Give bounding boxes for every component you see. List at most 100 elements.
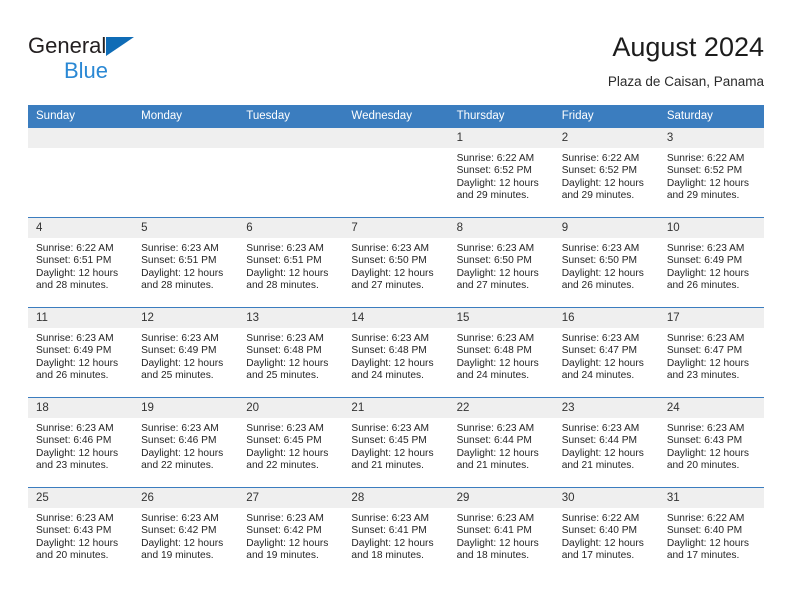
sunset-text: Sunset: 6:45 PM (246, 435, 322, 447)
sunrise-text: Sunrise: 6:22 AM (666, 153, 745, 164)
calendar-day-cell[interactable]: 5 Sunrise: 6:23 AM Sunset: 6:51 PM Daylight… (133, 217, 239, 308)
day-number: 31 (658, 488, 764, 508)
weekday-header-sunday: Sunday (28, 105, 134, 128)
calendar-header-row: Sunday Monday Tuesday Wednesday Thursday… (28, 105, 764, 128)
logo-triangle-icon (106, 37, 134, 56)
sunrise-text: Sunrise: 6:23 AM (561, 333, 640, 344)
daylight-text-line2: and 27 minutes. (456, 280, 530, 292)
calendar-day-cell[interactable]: 29 Sunrise: 6:23 AM Sunset: 6:41 PM Dayligh… (448, 487, 554, 578)
sunset-text: Sunset: 6:40 PM (561, 525, 638, 537)
day-details: Sunrise: 6:23 AM Sunset: 6:50 PM Daylight:… (343, 238, 448, 293)
sunset-text: Sunset: 6:52 PM (456, 165, 532, 177)
calendar-day-cell[interactable]: 16 Sunrise: 6:23 AM Sunset: 6:47 PM Dayligh… (553, 307, 659, 398)
daylight-text-line2: and 19 minutes. (141, 550, 214, 562)
calendar-day-cell[interactable]: 12 Sunrise: 6:23 AM Sunset: 6:49 PM Dayligh… (133, 307, 239, 398)
daylight-text-line1: Daylight: 12 hours (141, 447, 224, 459)
daylight-text-line1: Daylight: 12 hours (351, 447, 434, 459)
day-number: 12 (133, 308, 239, 328)
sunset-text: Sunset: 6:46 PM (36, 435, 112, 447)
calendar-day-cell[interactable]: 23 Sunrise: 6:23 AM Sunset: 6:44 PM Dayligh… (553, 397, 659, 488)
daylight-text-line2: and 20 minutes. (666, 460, 740, 472)
general-blue-logo[interactable]: General Blue (28, 30, 168, 86)
day-number: 30 (553, 488, 659, 508)
day-number: 22 (448, 398, 554, 418)
calendar-day-cell[interactable]: 31 Sunrise: 6:22 AM Sunset: 6:40 PM Dayligh… (658, 487, 764, 578)
day-details: Sunrise: 6:23 AM Sunset: 6:48 PM Daylight:… (238, 328, 343, 383)
day-number: 17 (658, 308, 764, 328)
daylight-text-line2: and 25 minutes. (141, 370, 214, 382)
day-details: Sunrise: 6:23 AM Sunset: 6:45 PM Daylight:… (343, 418, 448, 473)
calendar-day-cell[interactable]: 26 Sunrise: 6:23 AM Sunset: 6:42 PM Dayligh… (133, 487, 239, 578)
calendar-day-cell[interactable]: 18 Sunrise: 6:23 AM Sunset: 6:46 PM Dayligh… (28, 397, 134, 488)
calendar-week-row: 4 Sunrise: 6:22 AM Sunset: 6:51 PM Daylight… (28, 217, 764, 308)
day-details: Sunrise: 6:23 AM Sunset: 6:46 PM Daylight:… (28, 418, 133, 473)
daylight-text-line1: Daylight: 12 hours (456, 537, 539, 549)
daylight-text-line2: and 21 minutes. (561, 460, 635, 472)
calendar-day-cell[interactable]: 10 Sunrise: 6:23 AM Sunset: 6:49 PM Dayligh… (658, 217, 764, 308)
day-number (28, 128, 134, 148)
sunset-text: Sunset: 6:41 PM (351, 525, 427, 537)
day-number: 2 (553, 128, 659, 148)
daylight-text-line2: and 23 minutes. (666, 370, 740, 382)
calendar-day-cell[interactable]: 15 Sunrise: 6:23 AM Sunset: 6:48 PM Dayligh… (448, 307, 554, 398)
sunrise-text: Sunrise: 6:23 AM (36, 423, 114, 434)
daylight-text-line2: and 29 minutes. (561, 190, 635, 202)
sunrise-text: Sunrise: 6:23 AM (561, 423, 640, 434)
day-details: Sunrise: 6:23 AM Sunset: 6:43 PM Daylight:… (659, 418, 764, 473)
day-details: Sunrise: 6:23 AM Sunset: 6:49 PM Daylight:… (28, 328, 133, 383)
day-number: 26 (133, 488, 239, 508)
daylight-text-line2: and 19 minutes. (246, 550, 319, 562)
calendar-day-cell[interactable]: 1 Sunrise: 6:22 AM Sunset: 6:52 PM Daylight… (448, 127, 554, 218)
day-details: Sunrise: 6:23 AM Sunset: 6:42 PM Daylight:… (133, 508, 238, 563)
calendar-day-cell[interactable]: 13 Sunrise: 6:23 AM Sunset: 6:48 PM Dayligh… (238, 307, 344, 398)
sunrise-text: Sunrise: 6:23 AM (456, 243, 535, 254)
daylight-text-line2: and 20 minutes. (36, 550, 109, 562)
calendar-day-cell[interactable]: 17 Sunrise: 6:23 AM Sunset: 6:47 PM Dayligh… (658, 307, 764, 398)
sunset-text: Sunset: 6:42 PM (246, 525, 322, 537)
calendar-day-cell[interactable]: 28 Sunrise: 6:23 AM Sunset: 6:41 PM Dayligh… (343, 487, 449, 578)
daylight-text-line1: Daylight: 12 hours (246, 357, 329, 369)
daylight-text-line2: and 29 minutes. (666, 190, 740, 202)
daylight-text-line1: Daylight: 12 hours (141, 537, 224, 549)
calendar-day-cell[interactable]: 4 Sunrise: 6:22 AM Sunset: 6:51 PM Daylight… (28, 217, 134, 308)
calendar-day-cell[interactable]: 27 Sunrise: 6:23 AM Sunset: 6:42 PM Dayligh… (238, 487, 344, 578)
calendar-week-row: 1 Sunrise: 6:22 AM Sunset: 6:52 PM Daylight… (28, 127, 764, 218)
calendar-day-cell[interactable]: 6 Sunrise: 6:23 AM Sunset: 6:51 PM Daylight… (238, 217, 344, 308)
page-subtitle: Plaza de Caisan, Panama (607, 74, 764, 89)
daylight-text-line2: and 21 minutes. (351, 460, 424, 472)
sunrise-text: Sunrise: 6:23 AM (36, 513, 114, 524)
sunrise-text: Sunrise: 6:23 AM (351, 243, 430, 254)
day-number: 24 (658, 398, 764, 418)
calendar-day-cell[interactable]: 14 Sunrise: 6:23 AM Sunset: 6:48 PM Dayligh… (343, 307, 449, 398)
sunrise-text: Sunrise: 6:23 AM (456, 423, 535, 434)
calendar-day-cell[interactable]: 21 Sunrise: 6:23 AM Sunset: 6:45 PM Dayligh… (343, 397, 449, 488)
sunrise-text: Sunrise: 6:23 AM (141, 513, 219, 524)
daylight-text-line2: and 24 minutes. (351, 370, 424, 382)
calendar-day-cell[interactable]: 19 Sunrise: 6:23 AM Sunset: 6:46 PM Dayligh… (133, 397, 239, 488)
calendar-day-cell[interactable]: 30 Sunrise: 6:22 AM Sunset: 6:40 PM Dayligh… (553, 487, 659, 578)
calendar-day-cell[interactable]: 3 Sunrise: 6:22 AM Sunset: 6:52 PM Daylight… (658, 127, 764, 218)
day-details: Sunrise: 6:23 AM Sunset: 6:50 PM Daylight:… (449, 238, 554, 293)
sunrise-text: Sunrise: 6:22 AM (561, 153, 640, 164)
sunset-text: Sunset: 6:51 PM (246, 255, 322, 267)
day-number: 27 (238, 488, 344, 508)
calendar-day-cell[interactable]: 2 Sunrise: 6:22 AM Sunset: 6:52 PM Daylight… (553, 127, 659, 218)
day-details: Sunrise: 6:23 AM Sunset: 6:46 PM Daylight:… (133, 418, 238, 473)
day-details: Sunrise: 6:22 AM Sunset: 6:51 PM Daylight:… (28, 238, 133, 293)
sunset-text: Sunset: 6:52 PM (666, 165, 743, 177)
calendar-day-cell[interactable]: 11 Sunrise: 6:23 AM Sunset: 6:49 PM Dayligh… (28, 307, 134, 398)
sunrise-text: Sunrise: 6:23 AM (246, 243, 324, 254)
daylight-text-line1: Daylight: 12 hours (351, 357, 434, 369)
calendar-page: General Blue August 2024 Plaza de Caisan… (0, 0, 792, 612)
calendar-day-cell[interactable]: 9 Sunrise: 6:23 AM Sunset: 6:50 PM Daylight… (553, 217, 659, 308)
calendar-day-cell[interactable]: 24 Sunrise: 6:23 AM Sunset: 6:43 PM Dayligh… (658, 397, 764, 488)
daylight-text-line2: and 17 minutes. (666, 550, 740, 562)
calendar-day-cell[interactable]: 25 Sunrise: 6:23 AM Sunset: 6:43 PM Dayligh… (28, 487, 134, 578)
daylight-text-line1: Daylight: 12 hours (141, 267, 224, 279)
calendar-day-cell[interactable]: 22 Sunrise: 6:23 AM Sunset: 6:44 PM Dayligh… (448, 397, 554, 488)
calendar-day-cell[interactable]: 7 Sunrise: 6:23 AM Sunset: 6:50 PM Daylight… (343, 217, 449, 308)
daylight-text-line1: Daylight: 12 hours (666, 447, 749, 459)
calendar-day-cell[interactable]: 20 Sunrise: 6:23 AM Sunset: 6:45 PM Dayligh… (238, 397, 344, 488)
sunrise-text: Sunrise: 6:23 AM (456, 333, 535, 344)
calendar-day-cell[interactable]: 8 Sunrise: 6:23 AM Sunset: 6:50 PM Daylight… (448, 217, 554, 308)
